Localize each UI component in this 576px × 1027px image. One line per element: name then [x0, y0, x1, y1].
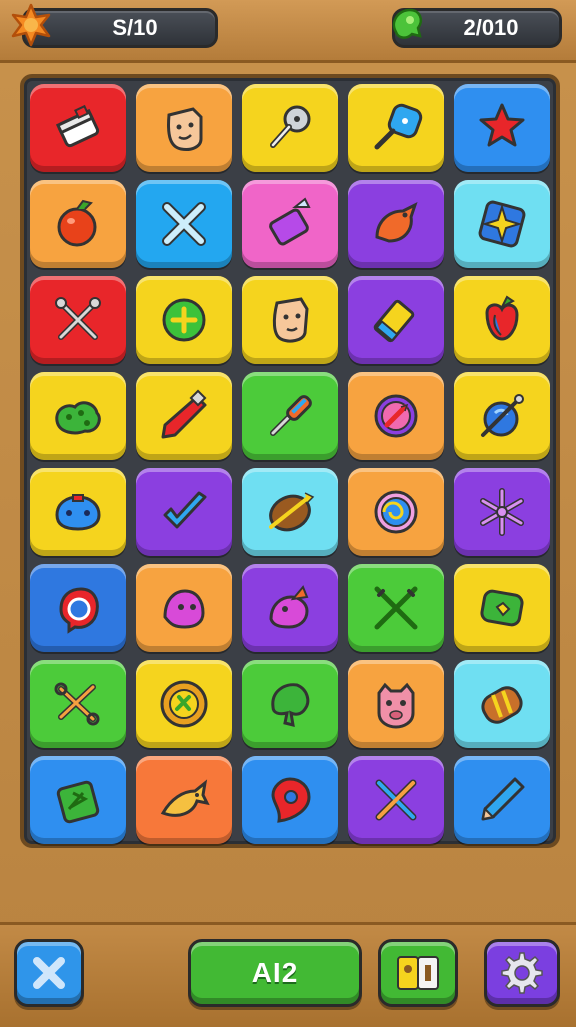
- green-gem-icon: [392, 8, 422, 39]
- board-tile[interactable]: [242, 372, 338, 460]
- board-tile[interactable]: [136, 84, 232, 172]
- book-button[interactable]: [378, 939, 458, 1007]
- left-counter-value: S/10: [112, 15, 158, 40]
- gear-icon: [501, 952, 543, 994]
- green-leaf-icon: [271, 683, 310, 728]
- wooden-barrel-icon: [481, 686, 523, 724]
- board-tile[interactable]: [242, 468, 338, 556]
- board-tile[interactable]: [348, 180, 444, 268]
- scissors-icon: [54, 682, 100, 726]
- board-tile[interactable]: [136, 564, 232, 652]
- face-icon: [272, 297, 309, 343]
- pink-bird-icon: [269, 585, 309, 629]
- book-icon: [397, 956, 439, 990]
- green-bandage-icon: [480, 589, 524, 627]
- white-box-icon: [55, 104, 100, 148]
- board-tile[interactable]: [348, 84, 444, 172]
- board-tile[interactable]: [136, 372, 232, 460]
- board-tile[interactable]: [454, 564, 550, 652]
- blue-ball-pin-icon: [481, 394, 524, 437]
- blue-tag-icon: [374, 103, 423, 150]
- crossed-tools-icon: [55, 297, 101, 340]
- red-apple-icon: [485, 295, 519, 341]
- board-tile[interactable]: [30, 564, 126, 652]
- key-icon: [270, 105, 311, 148]
- tomato-icon: [57, 199, 97, 247]
- crossed-wands-icon: [375, 779, 417, 821]
- yellow-eraser-icon: [373, 299, 415, 343]
- board-tile[interactable]: [454, 84, 550, 172]
- board-tile[interactable]: [348, 756, 444, 844]
- green-blob-icon: [55, 401, 101, 435]
- board-tile[interactable]: [136, 756, 232, 844]
- pink-ghost-icon: [163, 589, 205, 629]
- red-bird-icon: [375, 202, 418, 243]
- board-tile[interactable]: [30, 372, 126, 460]
- board-tile[interactable]: [30, 84, 126, 172]
- board-tile[interactable]: [136, 276, 232, 364]
- ai-button[interactable]: AI2: [188, 939, 362, 1007]
- board-tile[interactable]: [242, 564, 338, 652]
- board-tile[interactable]: [454, 180, 550, 268]
- board-tile[interactable]: [30, 180, 126, 268]
- board-tile[interactable]: [348, 564, 444, 652]
- board-tile[interactable]: [30, 756, 126, 844]
- board-tile[interactable]: [242, 276, 338, 364]
- blue-blob-icon: [55, 494, 101, 531]
- yellow-fish-icon: [160, 779, 210, 817]
- pig-face-icon: [377, 682, 415, 729]
- crossed-bones-icon: [162, 202, 206, 246]
- board-tile[interactable]: [348, 372, 444, 460]
- wooden-shield-icon: [269, 492, 315, 532]
- board-tile[interactable]: [348, 660, 444, 748]
- crossed-swords-icon: [374, 586, 418, 630]
- red-pin-icon: [271, 777, 311, 823]
- orange-star-icon: [11, 3, 51, 47]
- board-tile[interactable]: [136, 180, 232, 268]
- compass-star-icon: [478, 200, 526, 248]
- close-x-icon: [33, 957, 65, 989]
- close-button[interactable]: [14, 939, 84, 1007]
- snowflake-icon: [480, 488, 524, 536]
- screwdriver-icon: [270, 395, 312, 436]
- top-hud: S/10 2/010: [0, 0, 576, 63]
- red-pen-icon: [161, 389, 207, 439]
- spiral-icon: [374, 490, 418, 534]
- board-tile[interactable]: [348, 276, 444, 364]
- board-tile[interactable]: [30, 276, 126, 364]
- pencil-icon: [481, 777, 525, 821]
- board-tile[interactable]: [242, 84, 338, 172]
- purple-gift-icon: [269, 197, 311, 246]
- game-board: [20, 74, 560, 848]
- board-tile[interactable]: [242, 660, 338, 748]
- board-tile[interactable]: [242, 756, 338, 844]
- board-tile[interactable]: [454, 660, 550, 748]
- gear-coin-icon: [160, 680, 208, 728]
- green-card-icon: [56, 780, 100, 824]
- bottom-toolbar: AI2: [0, 922, 576, 1027]
- dartboard-icon: [374, 394, 418, 438]
- board-tile[interactable]: [454, 372, 550, 460]
- red-ring-icon: [59, 587, 99, 634]
- blue-check-icon: [163, 491, 207, 529]
- board-tile[interactable]: [242, 180, 338, 268]
- settings-button[interactable]: [484, 939, 560, 1007]
- smiling-face-icon: [167, 107, 203, 151]
- board-tile[interactable]: [454, 468, 550, 556]
- game-screen: S/10 2/010 AI2: [0, 0, 576, 1027]
- board-tile[interactable]: [348, 468, 444, 556]
- board-tile[interactable]: [136, 660, 232, 748]
- right-counter-value: 2/010: [463, 15, 519, 40]
- red-star-icon: [479, 103, 525, 147]
- green-plus-icon: [162, 298, 206, 342]
- board-tile[interactable]: [30, 660, 126, 748]
- board-tile[interactable]: [454, 756, 550, 844]
- board-tile[interactable]: [136, 468, 232, 556]
- board-tile[interactable]: [454, 276, 550, 364]
- board-tile[interactable]: [30, 468, 126, 556]
- ai-button-label: AI2: [251, 957, 299, 988]
